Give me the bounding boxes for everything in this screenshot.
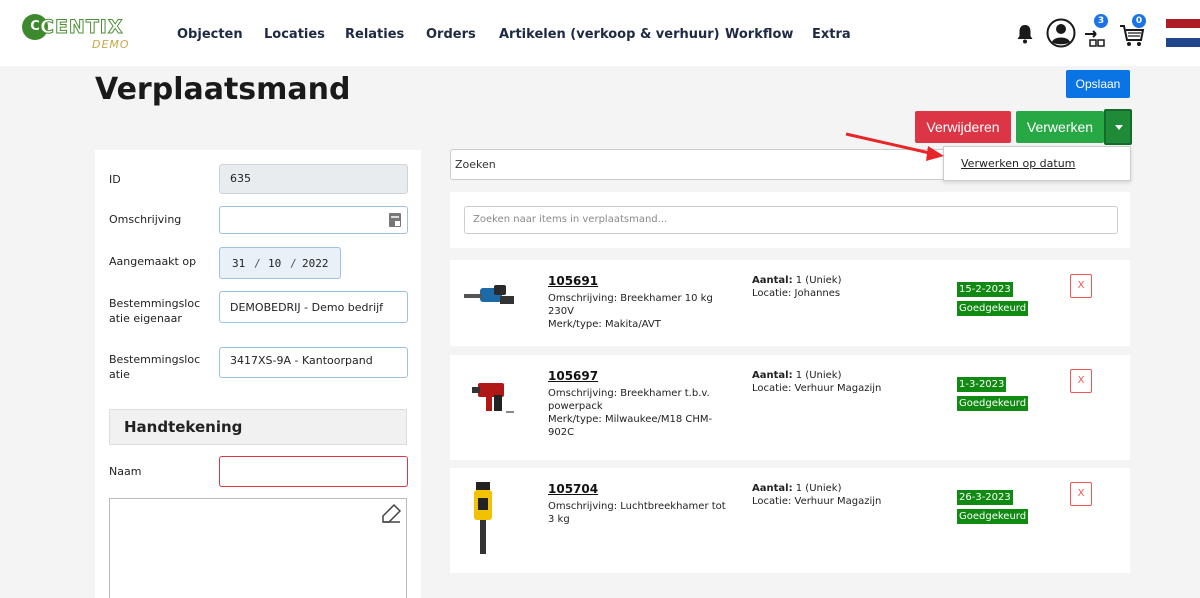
dest-label: Bestemmingsloc atie	[109, 353, 201, 381]
dest-field[interactable]: 3417XS-9A - Kantoorpand	[219, 347, 408, 378]
cart-icon[interactable]: 0	[1118, 14, 1148, 50]
remove-item-button[interactable]: X	[1070, 274, 1092, 298]
description-field[interactable]	[219, 206, 408, 234]
bell-icon[interactable]	[1016, 24, 1034, 44]
process-button[interactable]: Verwerken	[1016, 111, 1104, 143]
nav-extra[interactable]: Extra	[812, 27, 851, 42]
dest-owner-field[interactable]: DEMOBEDRIJ - Demo bedrijf	[219, 291, 408, 323]
top-navbar: C CENTIX DEMO Objecten Locaties Relaties…	[0, 0, 1200, 66]
basket-form-panel: ID 635 Omschrijving Aangemaakt op 31 / 1…	[95, 150, 421, 598]
save-button[interactable]: Opslaan	[1066, 70, 1130, 98]
nav-locaties[interactable]: Locaties	[264, 27, 325, 42]
item-date-badge: 1-3-2023	[957, 377, 1007, 392]
id-field: 635	[219, 164, 408, 194]
created-date-field[interactable]: 31 / 10 / 2022	[219, 247, 341, 279]
signature-section-header: Handtekening	[109, 409, 407, 445]
status-badge: Goedgekeurd	[957, 301, 1029, 316]
item-description: Omschrijving: Luchtbreekhamer tot 3 kg	[548, 501, 726, 525]
item-description: Omschrijving: Breekhamer 10 kg 230V Merk…	[548, 293, 713, 330]
created-day: 31	[232, 257, 246, 270]
item-number-link[interactable]: 105704	[548, 482, 598, 496]
cart-badge: 0	[1132, 14, 1146, 28]
remove-item-button[interactable]: X	[1070, 482, 1092, 506]
item-quantity: Aantal: 1 (Uniek) Locatie: Johannes	[752, 275, 842, 299]
created-year: 2022	[302, 257, 329, 270]
status-badge: Goedgekeurd	[957, 396, 1029, 411]
basket-item: 105704 Omschrijving: Luchtbreekhamer tot…	[450, 468, 1130, 573]
item-thumbnail	[462, 480, 504, 558]
description-label: Omschrijving	[109, 213, 182, 226]
date-separator: /	[254, 257, 261, 270]
centix-logo[interactable]: C CENTIX DEMO	[22, 12, 142, 52]
name-label: Naam	[109, 465, 142, 478]
item-quantity: Aantal: 1 (Uniek) Locatie: Verhuur Magaz…	[752, 483, 882, 507]
item-date-badge: 26-3-2023	[957, 490, 1013, 505]
user-icon[interactable]	[1046, 18, 1076, 48]
created-label: Aangemaakt op	[109, 255, 197, 268]
item-number-link[interactable]: 105697	[548, 369, 598, 383]
move-basket-icon[interactable]: 3	[1082, 14, 1110, 50]
nav-relaties[interactable]: Relaties	[345, 27, 404, 42]
nav-artikelen[interactable]: Artikelen (verkoop & verhuur)	[499, 27, 720, 42]
status-badge: Goedgekeurd	[957, 509, 1029, 524]
nav-objecten[interactable]: Objecten	[177, 27, 243, 42]
page-title: Verplaatsmand	[95, 72, 351, 107]
keyboard-icon[interactable]	[389, 212, 401, 227]
item-thumbnail	[462, 282, 518, 352]
process-dropdown-menu: Verwerken op datum	[943, 146, 1131, 181]
process-dropdown-toggle[interactable]	[1104, 109, 1132, 145]
basket-item: 105691 Omschrijving: Breekhamer 10 kg 23…	[450, 260, 1130, 346]
created-month: 10	[268, 257, 282, 270]
nav-workflow[interactable]: Workflow	[725, 27, 793, 42]
items-search-input[interactable]: Zoeken naar items in verplaatsmand...	[464, 206, 1118, 234]
nav-orders[interactable]: Orders	[426, 27, 476, 42]
items-search-card: Zoeken naar items in verplaatsmand...	[450, 192, 1130, 248]
basket-item: 105697 Omschrijving: Breekhamer t.b.v. p…	[450, 355, 1130, 460]
item-description: Omschrijving: Breekhamer t.b.v. powerpac…	[548, 388, 713, 438]
remove-item-button[interactable]: X	[1070, 369, 1092, 393]
item-number-link[interactable]: 105691	[548, 274, 598, 288]
move-basket-badge: 3	[1094, 14, 1108, 28]
caret-down-icon	[1115, 125, 1123, 130]
process-on-date-item[interactable]: Verwerken op datum	[961, 157, 1075, 170]
id-label: ID	[109, 173, 121, 186]
name-field[interactable]	[219, 456, 408, 487]
flag-nl-icon[interactable]	[1166, 19, 1200, 47]
eraser-icon[interactable]	[380, 503, 402, 525]
signature-pad[interactable]	[109, 498, 407, 598]
item-date-badge: 15-2-2023	[957, 282, 1013, 297]
item-thumbnail	[462, 377, 518, 447]
date-separator: /	[290, 257, 297, 270]
dest-owner-label: Bestemmingsloc atie eigenaar	[109, 297, 201, 325]
item-quantity: Aantal: 1 (Uniek) Locatie: Verhuur Magaz…	[752, 370, 882, 394]
annotation-arrow-icon	[845, 132, 944, 161]
